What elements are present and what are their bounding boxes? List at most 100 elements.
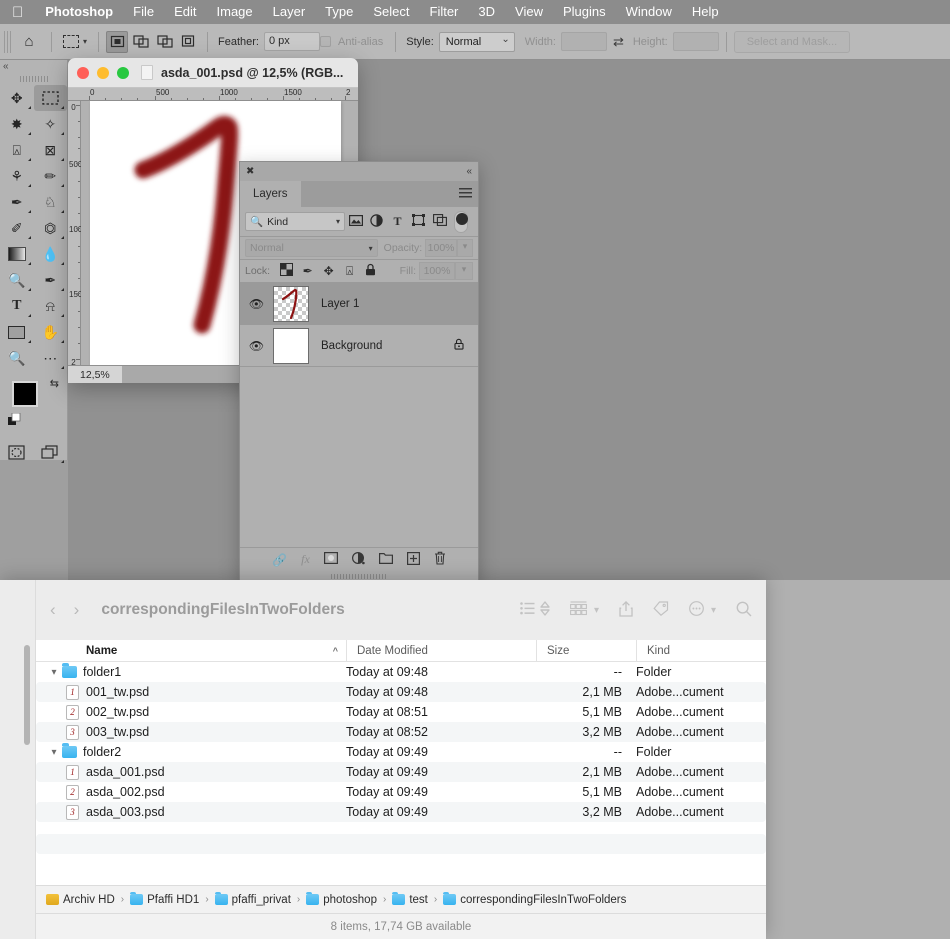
rectangular-marquee-tool[interactable] [33, 85, 67, 111]
table-row[interactable]: 1 asda_001.psd Today at 09:49 2,1 MB Ado… [36, 762, 766, 782]
breadcrumb-item-pfaffi-hd1[interactable]: Pfaffi HD1 [130, 892, 199, 906]
disclosure-triangle-icon[interactable]: ▾ [46, 667, 62, 678]
search-icon[interactable] [736, 601, 752, 620]
more-actions-chevron-icon[interactable]: ▾ [711, 605, 716, 616]
column-header-kind[interactable]: Kind [636, 639, 766, 662]
menu-item-image[interactable]: Image [207, 0, 263, 24]
column-header-name[interactable]: Name ^ [36, 640, 346, 662]
swap-arrows-icon[interactable]: ⇄ [613, 34, 624, 50]
layer-thumbnail[interactable] [273, 327, 309, 364]
home-icon[interactable]: ⌂ [14, 33, 44, 50]
sort-stepper-icon[interactable] [540, 601, 550, 619]
lock-image-pixels-icon[interactable]: ✒ [297, 264, 318, 278]
filter-smart-object-icon[interactable] [429, 214, 450, 229]
disclosure-triangle-icon[interactable]: ▾ [46, 747, 62, 758]
more-actions-icon[interactable] [689, 601, 704, 619]
default-colors-icon[interactable] [8, 412, 21, 426]
eraser-tool[interactable]: ⏣ [34, 215, 68, 241]
breadcrumb-item-archiv-hd[interactable]: Archiv HD [46, 894, 115, 906]
group-by-icon[interactable] [569, 601, 587, 619]
move-tool[interactable]: ✥ [0, 85, 34, 111]
row-name-cell[interactable]: 1 001_tw.psd [36, 684, 346, 700]
path-selection-tool[interactable]: ⍾ [34, 293, 68, 319]
row-name-cell[interactable]: 2 002_tw.psd [36, 704, 346, 720]
table-row[interactable]: 3 003_tw.psd Today at 08:52 3,2 MB Adobe… [36, 722, 766, 742]
table-row[interactable]: ▾ folder1 Today at 09:48 -- Folder [36, 662, 766, 682]
blend-mode-select[interactable]: Normal ▾ [245, 239, 378, 257]
menu-item-file[interactable]: File [123, 0, 164, 24]
menu-item-photoshop[interactable]: Photoshop [35, 0, 123, 24]
table-row[interactable]: 1 001_tw.psd Today at 09:48 2,1 MB Adobe… [36, 682, 766, 702]
menu-item-select[interactable]: Select [363, 0, 419, 24]
zoom-level-indicator[interactable]: 12,5% [68, 365, 122, 383]
new-selection-button[interactable] [106, 30, 129, 53]
row-name-cell[interactable]: 3 asda_003.psd [36, 804, 346, 820]
column-header-size[interactable]: Size [536, 639, 636, 662]
gradient-tool[interactable] [0, 241, 34, 267]
close-button[interactable] [77, 66, 89, 79]
row-name-cell[interactable]: ▾ folder1 [36, 663, 346, 679]
menu-item-type[interactable]: Type [315, 0, 363, 24]
panel-menu-icon[interactable] [459, 188, 472, 199]
brush-tool[interactable]: ✒ [0, 189, 34, 215]
lock-transparent-pixels-icon[interactable] [276, 263, 297, 279]
menu-item-view[interactable]: View [505, 0, 553, 24]
opacity-input[interactable]: 100% [425, 239, 457, 257]
toolbox-grip[interactable] [18, 73, 49, 85]
eyedropper-tool[interactable]: ⚘ [0, 163, 34, 189]
width-input[interactable] [560, 32, 607, 51]
layer-mask-button[interactable] [323, 552, 338, 567]
type-tool[interactable]: T [0, 293, 34, 319]
collapse-panel-icon[interactable]: « [0, 60, 67, 73]
layer-visibility-toggle[interactable]: 👁 [240, 339, 273, 353]
lock-artboard-nesting-icon[interactable]: ⍓ [339, 264, 360, 279]
link-layers-button[interactable]: 🔗 [272, 553, 287, 567]
forward-chevron-icon[interactable]: › [74, 600, 80, 620]
layer-name[interactable]: Layer 1 [321, 298, 478, 310]
back-chevron-icon[interactable]: ‹ [50, 600, 56, 620]
horizontal-ruler[interactable]: 0 500 1000 1500 2 [68, 88, 358, 101]
group-by-chevron-icon[interactable]: ▾ [594, 605, 599, 616]
tag-icon[interactable] [653, 601, 669, 619]
zoom-button[interactable] [117, 66, 129, 79]
layer-row[interactable]: 👁 Layer 1 [240, 283, 478, 325]
options-bar-grip[interactable] [4, 30, 11, 53]
finder-file-list[interactable]: ▾ folder1 Today at 09:48 -- Folder 1 001… [36, 662, 766, 885]
feather-input[interactable]: 0 px [263, 32, 320, 51]
fill-stepper-chevron-icon[interactable]: ▾ [455, 262, 473, 280]
layer-visibility-toggle[interactable]: 👁 [240, 297, 273, 311]
subtract-from-selection-button[interactable] [154, 31, 176, 53]
new-group-button[interactable] [378, 552, 393, 567]
table-row[interactable]: 2 002_tw.psd Today at 08:51 5,1 MB Adobe… [36, 702, 766, 722]
fill-input[interactable]: 100% [419, 262, 455, 280]
opacity-stepper-chevron-icon[interactable]: ▾ [456, 239, 473, 257]
foreground-color-swatch[interactable] [12, 381, 38, 407]
anti-alias-checkbox[interactable] [319, 36, 331, 47]
filter-pixel-icon[interactable] [345, 214, 366, 229]
collapse-to-icons-icon[interactable]: « [466, 166, 472, 177]
apple-icon[interactable]:  [10, 5, 35, 20]
filter-type-icon[interactable]: T [387, 214, 408, 229]
sidebar-scrollbar-thumb[interactable] [24, 645, 30, 745]
finder-window[interactable]: ‹ › correspondingFilesInTwoFolders ▾ ▾ N… [0, 580, 766, 939]
menu-item-filter[interactable]: Filter [420, 0, 469, 24]
menu-item-window[interactable]: Window [616, 0, 682, 24]
menu-item-layer[interactable]: Layer [263, 0, 316, 24]
menu-item-3d[interactable]: 3D [468, 0, 505, 24]
breadcrumb-item-pfaffi-privat[interactable]: pfaffi_privat [214, 892, 291, 906]
adjustment-layer-button[interactable] [351, 551, 365, 568]
lock-position-icon[interactable]: ✥ [318, 264, 339, 278]
blur-tool[interactable]: 💧 [34, 241, 68, 267]
table-row[interactable]: 3 asda_003.psd Today at 09:49 3,2 MB Ado… [36, 802, 766, 822]
dodge-tool[interactable]: 🔍 [0, 267, 34, 293]
share-icon[interactable] [619, 600, 633, 620]
clone-stamp-tool[interactable]: ♘ [34, 189, 68, 215]
filter-adjustment-icon[interactable] [366, 213, 387, 230]
menu-item-plugins[interactable]: Plugins [553, 0, 616, 24]
breadcrumb-item-current-folder[interactable]: correspondingFilesInTwoFolders [443, 892, 626, 906]
spot-healing-brush-tool[interactable]: ✏ [34, 163, 68, 189]
hand-tool[interactable]: ✋ [34, 319, 68, 345]
lock-all-icon[interactable] [360, 263, 381, 279]
minimize-button[interactable] [97, 66, 109, 79]
filter-shape-icon[interactable] [408, 214, 429, 229]
